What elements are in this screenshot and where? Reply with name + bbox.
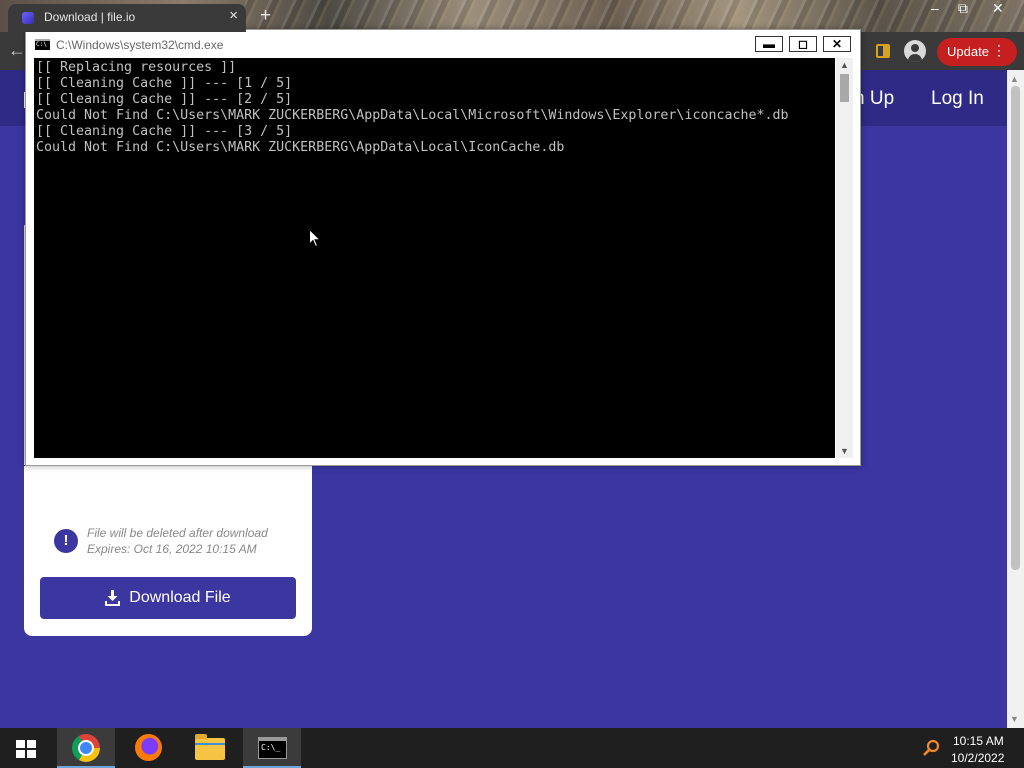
taskbar-file-explorer[interactable] <box>181 728 239 768</box>
delete-notice: File will be deleted after download <box>87 526 268 540</box>
cmd-close-button[interactable]: ✕ <box>823 36 851 52</box>
firefox-icon <box>135 734 162 761</box>
window-restore-button[interactable]: ⧉ <box>958 0 968 17</box>
cmd-window: C:\ C:\Windows\system32\cmd.exe ▬ ◻ ✕ [[… <box>25 29 861 466</box>
cmd-app-icon: C:\ <box>35 39 50 50</box>
cmd-icon: C:\_ <box>258 737 287 759</box>
tab-close-icon[interactable]: × <box>229 7 238 24</box>
console-line: [[ Cleaning Cache ]] --- [1 / 5] <box>36 76 293 91</box>
cmd-maximize-button[interactable]: ◻ <box>789 36 817 52</box>
menu-dots-icon[interactable]: ⋮ <box>992 42 1006 59</box>
console-line: [[ Cleaning Cache ]] --- [2 / 5] <box>36 92 293 107</box>
cmd-scroll-up-icon[interactable]: ▲ <box>840 60 849 70</box>
taskbar-chrome[interactable] <box>57 728 115 768</box>
taskbar-firefox[interactable] <box>119 728 177 768</box>
windows-start-icon[interactable] <box>16 740 36 758</box>
page-scroll-up-icon[interactable]: ▲ <box>1010 74 1019 84</box>
console-line: [[ Cleaning Cache ]] --- [3 / 5] <box>36 124 293 139</box>
page-scroll-down-icon[interactable]: ▼ <box>1010 714 1019 724</box>
expiry-notice: Expires: Oct 16, 2022 10:15 AM <box>87 542 257 556</box>
back-arrow-icon[interactable]: ← <box>8 40 26 61</box>
cmd-scroll-thumb[interactable] <box>840 74 849 102</box>
cmd-scrollbar[interactable]: ▲ ▼ <box>836 58 853 458</box>
profile-avatar-icon[interactable] <box>904 40 926 62</box>
chrome-icon <box>72 734 100 762</box>
update-label: Update <box>947 44 989 59</box>
cmd-scroll-down-icon[interactable]: ▼ <box>840 446 849 456</box>
info-icon: ! <box>54 529 78 553</box>
taskbar-cmd[interactable]: C:\_ <box>243 728 301 768</box>
nav-login-link[interactable]: Log In <box>931 88 984 110</box>
page-scroll-thumb[interactable] <box>1011 86 1020 570</box>
tab-title: Download | file.io <box>44 10 136 24</box>
browser-tab[interactable]: Download | file.io × <box>8 4 246 32</box>
console-line: [[ Replacing resources ]] <box>36 60 237 75</box>
download-card: ! File will be deleted after download Ex… <box>24 466 312 636</box>
side-panel-icon[interactable] <box>876 44 890 58</box>
cmd-minimize-button[interactable]: ▬ <box>755 36 783 52</box>
page-scrollbar[interactable]: ▲ ▼ <box>1007 70 1024 728</box>
download-icon <box>105 590 121 606</box>
folder-icon <box>195 734 225 760</box>
download-file-label: Download File <box>129 589 231 606</box>
window-close-button[interactable]: ✕ <box>992 0 1004 17</box>
console-line: Could Not Find C:\Users\MARK ZUCKERBERG\… <box>36 108 789 123</box>
update-button[interactable]: Update ⋮ <box>937 38 1017 66</box>
cmd-window-title: C:\Windows\system32\cmd.exe <box>56 38 224 52</box>
search-icon[interactable] <box>922 739 940 757</box>
new-tab-button[interactable]: + <box>260 5 271 27</box>
window-minimize-button[interactable]: – <box>931 0 939 16</box>
clock-time[interactable]: 10:15 AM <box>953 734 1004 748</box>
download-file-button[interactable]: Download File <box>40 577 296 619</box>
windows-taskbar: C:\_ <box>0 728 1024 768</box>
console-line: Could Not Find C:\Users\MARK ZUCKERBERG\… <box>36 140 565 155</box>
cmd-console-output[interactable]: [[ Replacing resources ]] [[ Cleaning Ca… <box>34 58 835 458</box>
fileio-favicon-icon <box>22 12 34 24</box>
cmd-titlebar[interactable]: C:\ C:\Windows\system32\cmd.exe ▬ ◻ ✕ <box>26 30 860 58</box>
clock-date[interactable]: 10/2/2022 <box>951 751 1004 765</box>
